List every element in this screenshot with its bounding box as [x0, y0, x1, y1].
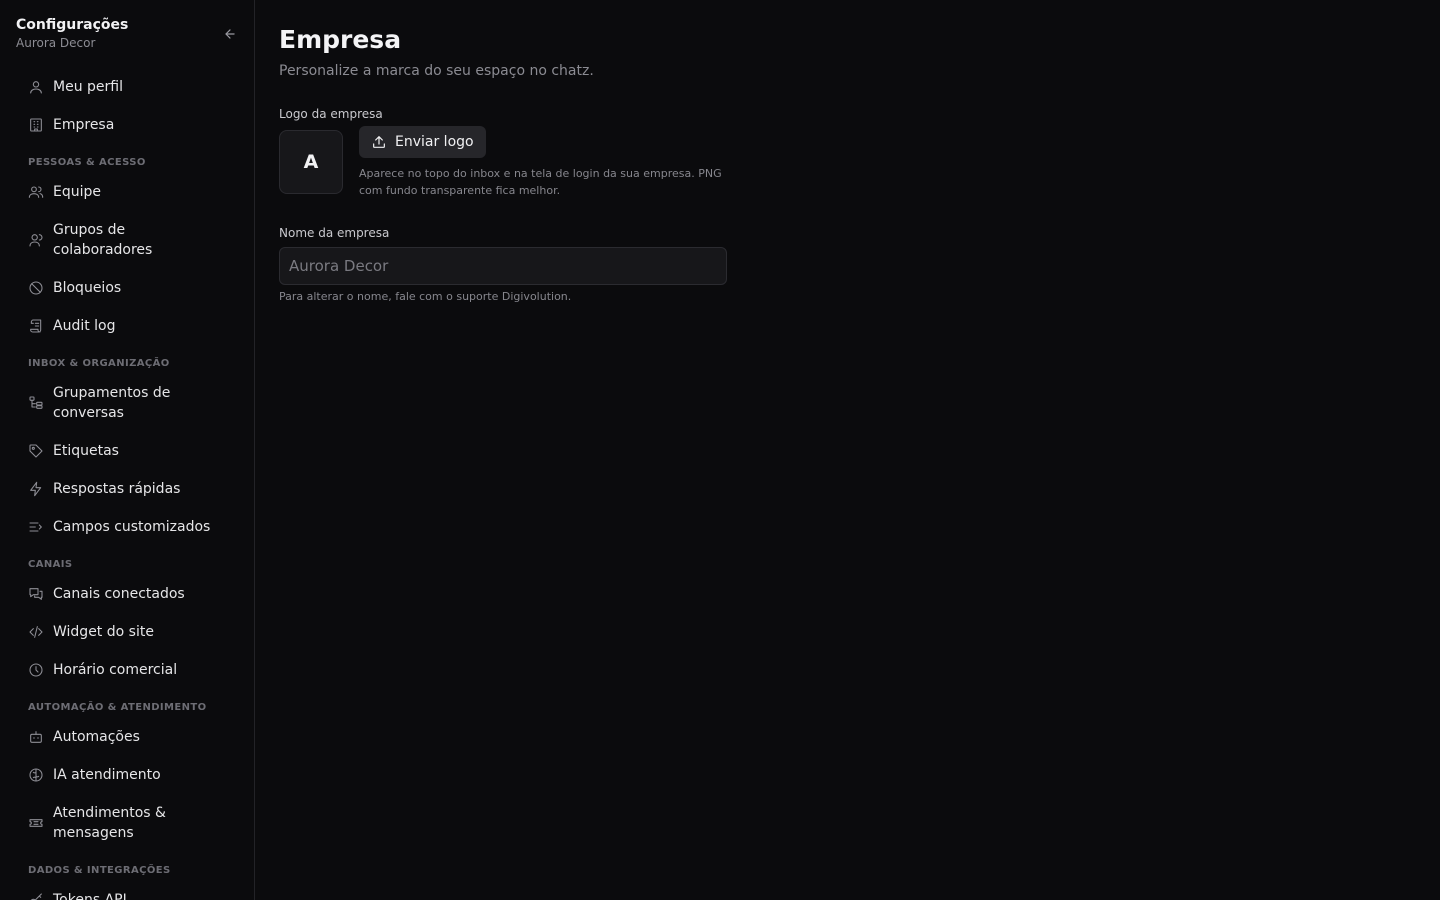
logo-help-text: Aparece no topo do inbox e na tela de lo… [359, 167, 722, 197]
settings-nav: Meu perfil Empresa PESSOAS & ACESSO Equi… [0, 68, 254, 900]
building-icon [28, 117, 44, 133]
tree-icon [28, 395, 44, 411]
company-name-field[interactable] [279, 247, 727, 285]
sidebar-item-label: Meu perfil [53, 79, 123, 95]
sidebar-item-tokens[interactable]: Tokens API [16, 881, 242, 900]
sidebar-item-label: Bloqueios [53, 280, 122, 296]
upload-logo-label: Enviar logo [395, 134, 474, 150]
sidebar-item-label: Etiquetas [53, 443, 119, 459]
sidebar-item-horario[interactable]: Horário comercial [16, 651, 242, 689]
sidebar-item-label: Empresa [53, 117, 115, 133]
logo-label: Logo da empresa [279, 107, 383, 121]
section-title-inbox: INBOX & ORGANIZAÇÃO [28, 358, 170, 369]
user-icon [28, 79, 44, 95]
page-subtitle: Personalize a marca do seu espaço no cha… [279, 63, 594, 79]
ticket-icon [28, 815, 44, 831]
settings-sidebar: Configurações Aurora Decor Meu perfil Em… [0, 0, 255, 900]
sidebar-item-widget[interactable]: Widget do site [16, 613, 242, 651]
sidebar-item-label: Horário comercial [53, 662, 178, 678]
sidebar-item-label: Tokens API [53, 892, 127, 900]
sidebar-item-bloqueios[interactable]: Bloqueios [16, 269, 242, 307]
upload-icon [373, 136, 385, 148]
sidebar-item-label: Campos customizados [53, 519, 211, 535]
sidebar-item-label: Grupamentos de conversas [53, 385, 171, 421]
sidebar-item-audit-log[interactable]: Audit log [16, 307, 242, 345]
zap-icon [28, 481, 44, 497]
collapse-sidebar-button[interactable] [220, 24, 240, 44]
sidebar-item-equipe[interactable]: Equipe [16, 173, 242, 211]
sidebar-item-label: Automações [53, 729, 140, 745]
company-name-help: Para alterar o nome, fale com o suporte … [279, 290, 572, 303]
logo-row: A Enviar logo Aparece no topo do inbox e… [279, 126, 1416, 199]
sidebar-item-label: IA atendimento [53, 767, 161, 783]
user-group-icon [28, 232, 44, 248]
upload-logo-button[interactable]: Enviar logo [359, 126, 486, 158]
sidebar-item-label: Atendimentos & mensagens [53, 805, 166, 841]
sidebar-item-ia[interactable]: IA atendimento [16, 756, 242, 794]
sidebar-item-campos[interactable]: Campos customizados [16, 508, 242, 546]
sidebar-header: Configurações Aurora Decor [0, 0, 254, 68]
settings-app: Configurações Aurora Decor Meu perfil Em… [0, 0, 1440, 900]
sidebar-item-label: Canais conectados [53, 586, 185, 602]
scroll-icon [28, 318, 44, 334]
brain-icon [28, 767, 44, 783]
company-name-label: Nome da empresa [279, 226, 390, 240]
section-title-dados: DADOS & INTEGRAÇÕES [28, 865, 171, 876]
sidebar-item-meu-perfil[interactable]: Meu perfil [16, 68, 242, 106]
tag-icon [28, 443, 44, 459]
sidebar-item-automacoes[interactable]: Automações [16, 718, 242, 756]
sidebar-item-etiquetas[interactable]: Etiquetas [16, 432, 242, 470]
workspace-name: Aurora Decor [16, 36, 96, 50]
section-title-canais: CANAIS [28, 559, 73, 570]
arrow-left-icon [225, 29, 235, 39]
sidebar-item-canais[interactable]: Canais conectados [16, 575, 242, 613]
page-title: Empresa [279, 25, 402, 54]
sidebar-item-label: Equipe [53, 184, 101, 200]
section-title-pessoas: PESSOAS & ACESSO [28, 157, 146, 168]
sidebar-item-label: Grupos de colaboradores [53, 222, 153, 258]
sidebar-item-label: Respostas rápidas [53, 481, 181, 497]
sidebar-item-grupos[interactable]: Grupos de colaboradores [16, 211, 242, 269]
sidebar-item-label: Audit log [53, 318, 116, 334]
sidebar-item-respostas[interactable]: Respostas rápidas [16, 470, 242, 508]
logo-preview: A [279, 130, 343, 194]
sidebar-item-empresa[interactable]: Empresa [16, 106, 242, 144]
fields-icon [28, 519, 44, 535]
company-name-section: Nome da empresa Para alterar o nome, fal… [279, 225, 1416, 304]
logo-section: Logo da empresa A Enviar logo Aparece no… [279, 106, 1416, 199]
messages-icon [28, 586, 44, 602]
key-icon [28, 892, 44, 900]
bot-icon [28, 729, 44, 745]
sidebar-item-atendimentos[interactable]: Atendimentos & mensagens [16, 794, 242, 852]
ban-icon [28, 280, 44, 296]
users-icon [28, 184, 44, 200]
company-settings-panel: Empresa Personalize a marca do seu espaç… [255, 0, 1440, 900]
code-icon [28, 624, 44, 640]
sidebar-item-label: Widget do site [53, 624, 154, 640]
logo-controls: Enviar logo Aparece no topo do inbox e n… [359, 126, 729, 199]
section-title-automacao: AUTOMAÇÃO & ATENDIMENTO [28, 702, 207, 713]
sidebar-item-grupamentos[interactable]: Grupamentos de conversas [16, 374, 242, 432]
clock-icon [28, 662, 44, 678]
sidebar-title: Configurações [16, 17, 129, 33]
